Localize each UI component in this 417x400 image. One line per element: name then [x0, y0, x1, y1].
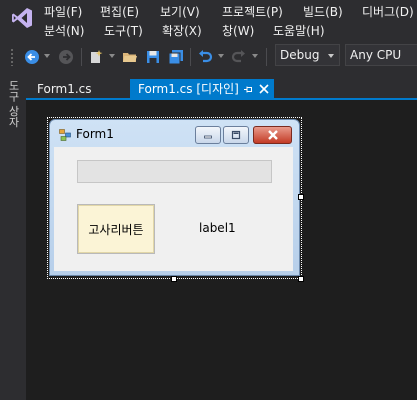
solution-platform-value: Any CPU [350, 48, 402, 62]
visual-studio-logo-icon [12, 8, 32, 28]
close-icon [267, 130, 278, 140]
tab-label: Form1.cs [디자인] [138, 82, 239, 96]
new-project-icon[interactable] [86, 47, 106, 67]
menu-build[interactable]: 빌드(B) [303, 4, 343, 20]
toolbar-grip[interactable] [10, 48, 14, 66]
menu-analyze[interactable]: 분석(N) [44, 23, 84, 39]
menu-project[interactable]: 프로젝트(P) [222, 4, 283, 20]
menu-bar: 파일(F) 편집(E) 보기(V) 프로젝트(P) 빌드(B) 디버그(D) 분… [0, 0, 417, 42]
menu-edit[interactable]: 편집(E) [100, 4, 139, 20]
minimize-icon [204, 135, 212, 139]
resize-handle-bottom[interactable] [171, 276, 177, 282]
toolbar-separator [266, 48, 267, 66]
maximize-button[interactable] [223, 126, 249, 144]
left-tool-strip: 도구 상자 [0, 72, 26, 400]
minimize-button[interactable] [195, 126, 221, 144]
undo-dropdown-icon[interactable] [218, 54, 224, 58]
fern-button[interactable]: 고사리버튼 [77, 204, 155, 254]
maximize-icon [231, 130, 241, 140]
toolbox-tab[interactable]: 도구 상자 [6, 80, 20, 128]
undo-icon[interactable] [195, 47, 215, 67]
button-label: 고사리버튼 [88, 222, 144, 237]
form-icon [59, 129, 71, 141]
menu-extensions[interactable]: 확장(X) [162, 23, 202, 39]
toolbar-separator [81, 48, 82, 66]
form-title: Form1 [76, 127, 114, 141]
label1[interactable]: label1 [199, 220, 236, 236]
save-icon[interactable] [143, 47, 163, 67]
toolbar-separator [190, 48, 191, 66]
resize-handle-bottom-right[interactable] [298, 276, 304, 282]
menu-view[interactable]: 보기(V) [160, 4, 200, 20]
forward-icon[interactable] [56, 47, 76, 67]
menu-file[interactable]: 파일(F) [44, 4, 82, 20]
solution-platform-select[interactable]: Any CPU [345, 44, 417, 66]
tab-form1-code[interactable]: Form1.cs [29, 79, 100, 100]
save-all-icon[interactable] [166, 47, 186, 67]
resize-handle-right[interactable] [298, 194, 304, 200]
redo-dropdown-icon[interactable] [252, 54, 258, 58]
new-dropdown-icon[interactable] [109, 54, 115, 58]
text-box[interactable] [77, 160, 272, 183]
menu-window[interactable]: 창(W) [222, 23, 254, 39]
menu-debug[interactable]: 디버그(D) [362, 4, 414, 20]
open-folder-icon[interactable] [120, 47, 140, 67]
document-tabs: Form1.cs Form1.cs [디자인] [26, 72, 417, 100]
redo-icon[interactable] [229, 47, 249, 67]
menu-tools[interactable]: 도구(T) [104, 23, 143, 39]
tab-label: Form1.cs [37, 82, 92, 96]
solution-configuration-value: Debug [280, 48, 320, 62]
chevron-down-icon [328, 54, 334, 58]
menu-help[interactable]: 도움말(H) [273, 23, 325, 39]
tab-form1-designer[interactable]: Form1.cs [디자인] [130, 79, 274, 100]
close-button[interactable] [253, 126, 292, 144]
solution-configuration-select[interactable]: Debug [275, 44, 340, 66]
back-icon[interactable] [22, 47, 42, 67]
back-dropdown-icon[interactable] [44, 54, 50, 58]
